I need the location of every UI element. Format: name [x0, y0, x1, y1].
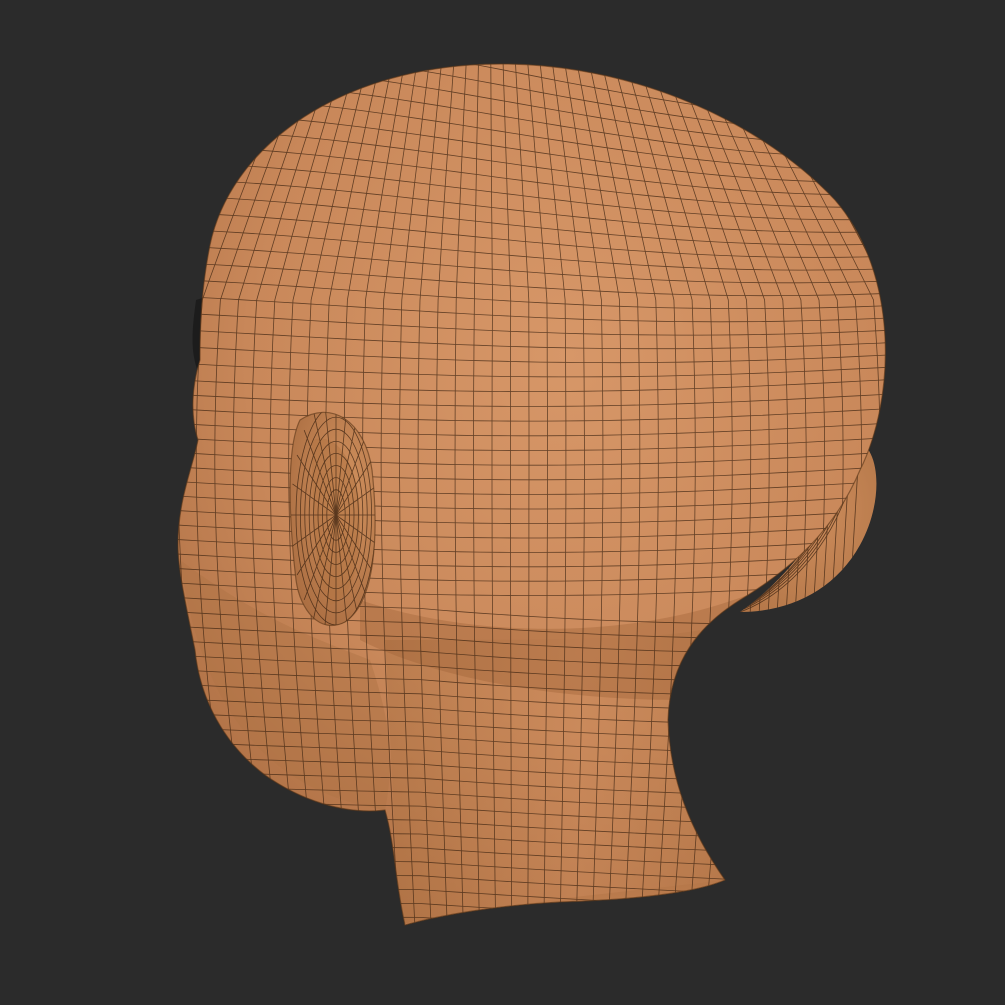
mesh-edge: [160, 930, 900, 959]
3d-viewport[interactable]: [0, 0, 1005, 1005]
mesh-edge: [160, 945, 900, 974]
mesh-edge: [178, 900, 886, 926]
head-model-render: [160, 63, 900, 974]
head-mesh: [160, 63, 900, 974]
mesh-edge: [178, 915, 886, 926]
